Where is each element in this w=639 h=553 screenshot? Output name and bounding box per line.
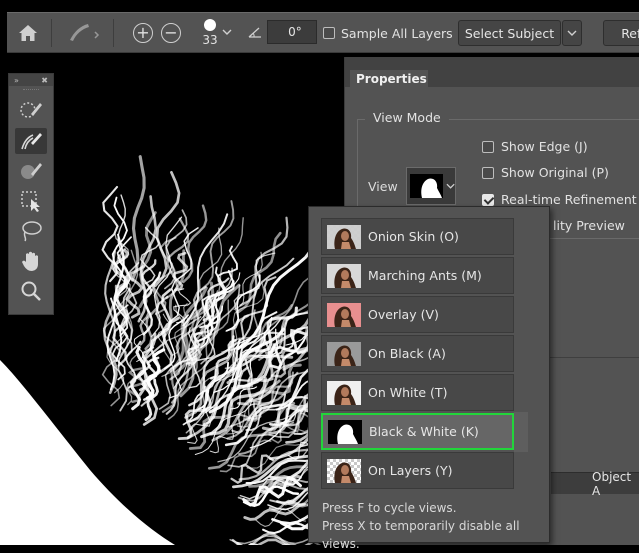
brush-size-icon <box>204 19 216 31</box>
realtime-refinement-option[interactable]: Real-time Refinement <box>482 192 637 207</box>
view-mode-item[interactable]: On White (T) <box>321 374 514 411</box>
refine-edge-brush-icon <box>21 133 42 150</box>
brush-size-value: 33 <box>202 33 218 47</box>
tool-preset-picker[interactable] <box>62 19 106 47</box>
view-mode-item-label: On Layers (Y) <box>368 463 453 478</box>
view-mode-item-label: On Black (A) <box>368 346 446 361</box>
view-mode-item-label: Overlay (V) <box>368 307 439 322</box>
show-original-label: Show Original (P) <box>501 165 609 180</box>
chevron-down-icon <box>222 29 232 35</box>
view-mode-item[interactable]: Onion Skin (O) <box>321 218 514 255</box>
view-mode-item[interactable]: Black & White (K) <box>321 413 514 450</box>
object-selection-tool[interactable] <box>15 188 47 214</box>
view-mode-thumbnail <box>327 263 361 288</box>
properties-tab-bar: Properties <box>345 57 639 94</box>
view-mode-menu: Onion Skin (O) Marching Ants (M) Overlay (… <box>308 206 550 551</box>
view-mode-item[interactable]: Overlay (V) <box>321 296 514 333</box>
select-subject-dropdown[interactable] <box>562 20 582 46</box>
realtime-refinement-checkbox[interactable] <box>482 193 494 206</box>
subtract-from-selection-icon: − <box>164 23 178 42</box>
view-mode-thumbnail <box>327 458 361 483</box>
sample-all-layers-label: Sample All Layers <box>341 25 453 41</box>
hand-tool[interactable] <box>15 248 47 274</box>
add-to-selection-button[interactable]: + <box>133 23 153 43</box>
home-icon <box>19 25 37 41</box>
view-mode-item-label: Black & White (K) <box>369 424 479 439</box>
quality-preview-option[interactable]: lity Preview <box>553 218 625 233</box>
show-edge-option[interactable]: Show Edge (J) <box>482 139 588 154</box>
zoom-tool[interactable] <box>15 278 47 304</box>
view-mode-thumbnail <box>328 419 362 444</box>
show-original-checkbox[interactable] <box>482 166 494 179</box>
angle-icon <box>248 25 262 39</box>
view-mode-item[interactable]: Marching Ants (M) <box>321 257 514 294</box>
lasso-tool[interactable] <box>15 218 47 244</box>
view-mode-thumbnail <box>327 380 361 405</box>
view-mode-picker[interactable] <box>406 167 456 205</box>
menu-scrollbar[interactable] <box>514 412 528 452</box>
brush-size-dropdown[interactable] <box>221 25 233 39</box>
chevron-down-icon <box>567 30 577 36</box>
options-bar: + − 33 0° Sample All Layers Select Subje… <box>7 12 639 53</box>
home-button[interactable] <box>13 19 43 47</box>
zoom-icon <box>21 281 41 301</box>
view-mode-item-label: Onion Skin (O) <box>368 229 459 244</box>
refine-edge-brush-tool[interactable] <box>15 128 47 154</box>
object-aware-header[interactable]: Object A <box>551 470 639 498</box>
lasso-icon <box>22 221 42 242</box>
subtract-from-selection-button[interactable]: − <box>161 23 181 43</box>
help-line-disable: Press X to temporarily disable all views… <box>322 519 520 551</box>
sample-all-layers-option[interactable]: Sample All Layers <box>323 25 453 41</box>
add-to-selection-icon: + <box>136 23 150 42</box>
view-label: View <box>368 179 398 194</box>
tab-properties[interactable]: Properties <box>350 70 428 94</box>
refine-edge-brush-icon <box>70 24 100 41</box>
help-line-cycle: Press F to cycle views. <box>322 501 457 515</box>
view-mode-item-label: On White (T) <box>368 385 448 400</box>
show-edge-checkbox[interactable] <box>482 140 494 153</box>
hand-icon <box>22 251 38 271</box>
view-mode-item[interactable]: On Layers (Y) <box>321 452 514 489</box>
view-mode-item-label: Marching Ants (M) <box>368 268 482 283</box>
view-mode-preview <box>410 174 443 198</box>
brush-tool[interactable] <box>15 158 47 184</box>
tools-panel-header: » ✖ <box>9 74 53 86</box>
angle-input[interactable]: 0° <box>267 20 317 44</box>
view-mode-thumbnail <box>327 224 361 249</box>
view-mode-item[interactable]: On Black (A) <box>321 335 514 372</box>
refine-hair-button[interactable]: Refin <box>603 20 639 46</box>
view-mode-thumbnail <box>327 341 361 366</box>
quick-selection-icon <box>20 102 42 118</box>
close-panel-icon[interactable]: ✖ <box>41 76 48 85</box>
show-edge-label: Show Edge (J) <box>501 139 588 154</box>
tools-panel: » ✖ <box>8 73 54 315</box>
view-mode-title: View Mode <box>365 110 449 125</box>
separator <box>51 19 52 47</box>
panel-grip[interactable] <box>9 86 53 94</box>
realtime-refinement-label: Real-time Refinement <box>501 192 637 207</box>
show-original-option[interactable]: Show Original (P) <box>482 165 609 180</box>
brush-icon <box>21 163 42 179</box>
view-mode-list: Onion Skin (O) Marching Ants (M) Overlay (… <box>321 218 514 491</box>
sample-all-layers-checkbox[interactable] <box>323 27 335 39</box>
separator <box>113 19 114 47</box>
select-subject-button[interactable]: Select Subject <box>458 20 561 46</box>
collapse-panel-icon[interactable]: » <box>14 76 19 85</box>
chevron-down-icon <box>446 183 455 189</box>
quick-selection-tool[interactable] <box>15 98 47 124</box>
object-selection-icon <box>21 191 40 212</box>
view-mode-thumbnail <box>327 302 361 327</box>
quality-preview-label: lity Preview <box>553 218 625 233</box>
